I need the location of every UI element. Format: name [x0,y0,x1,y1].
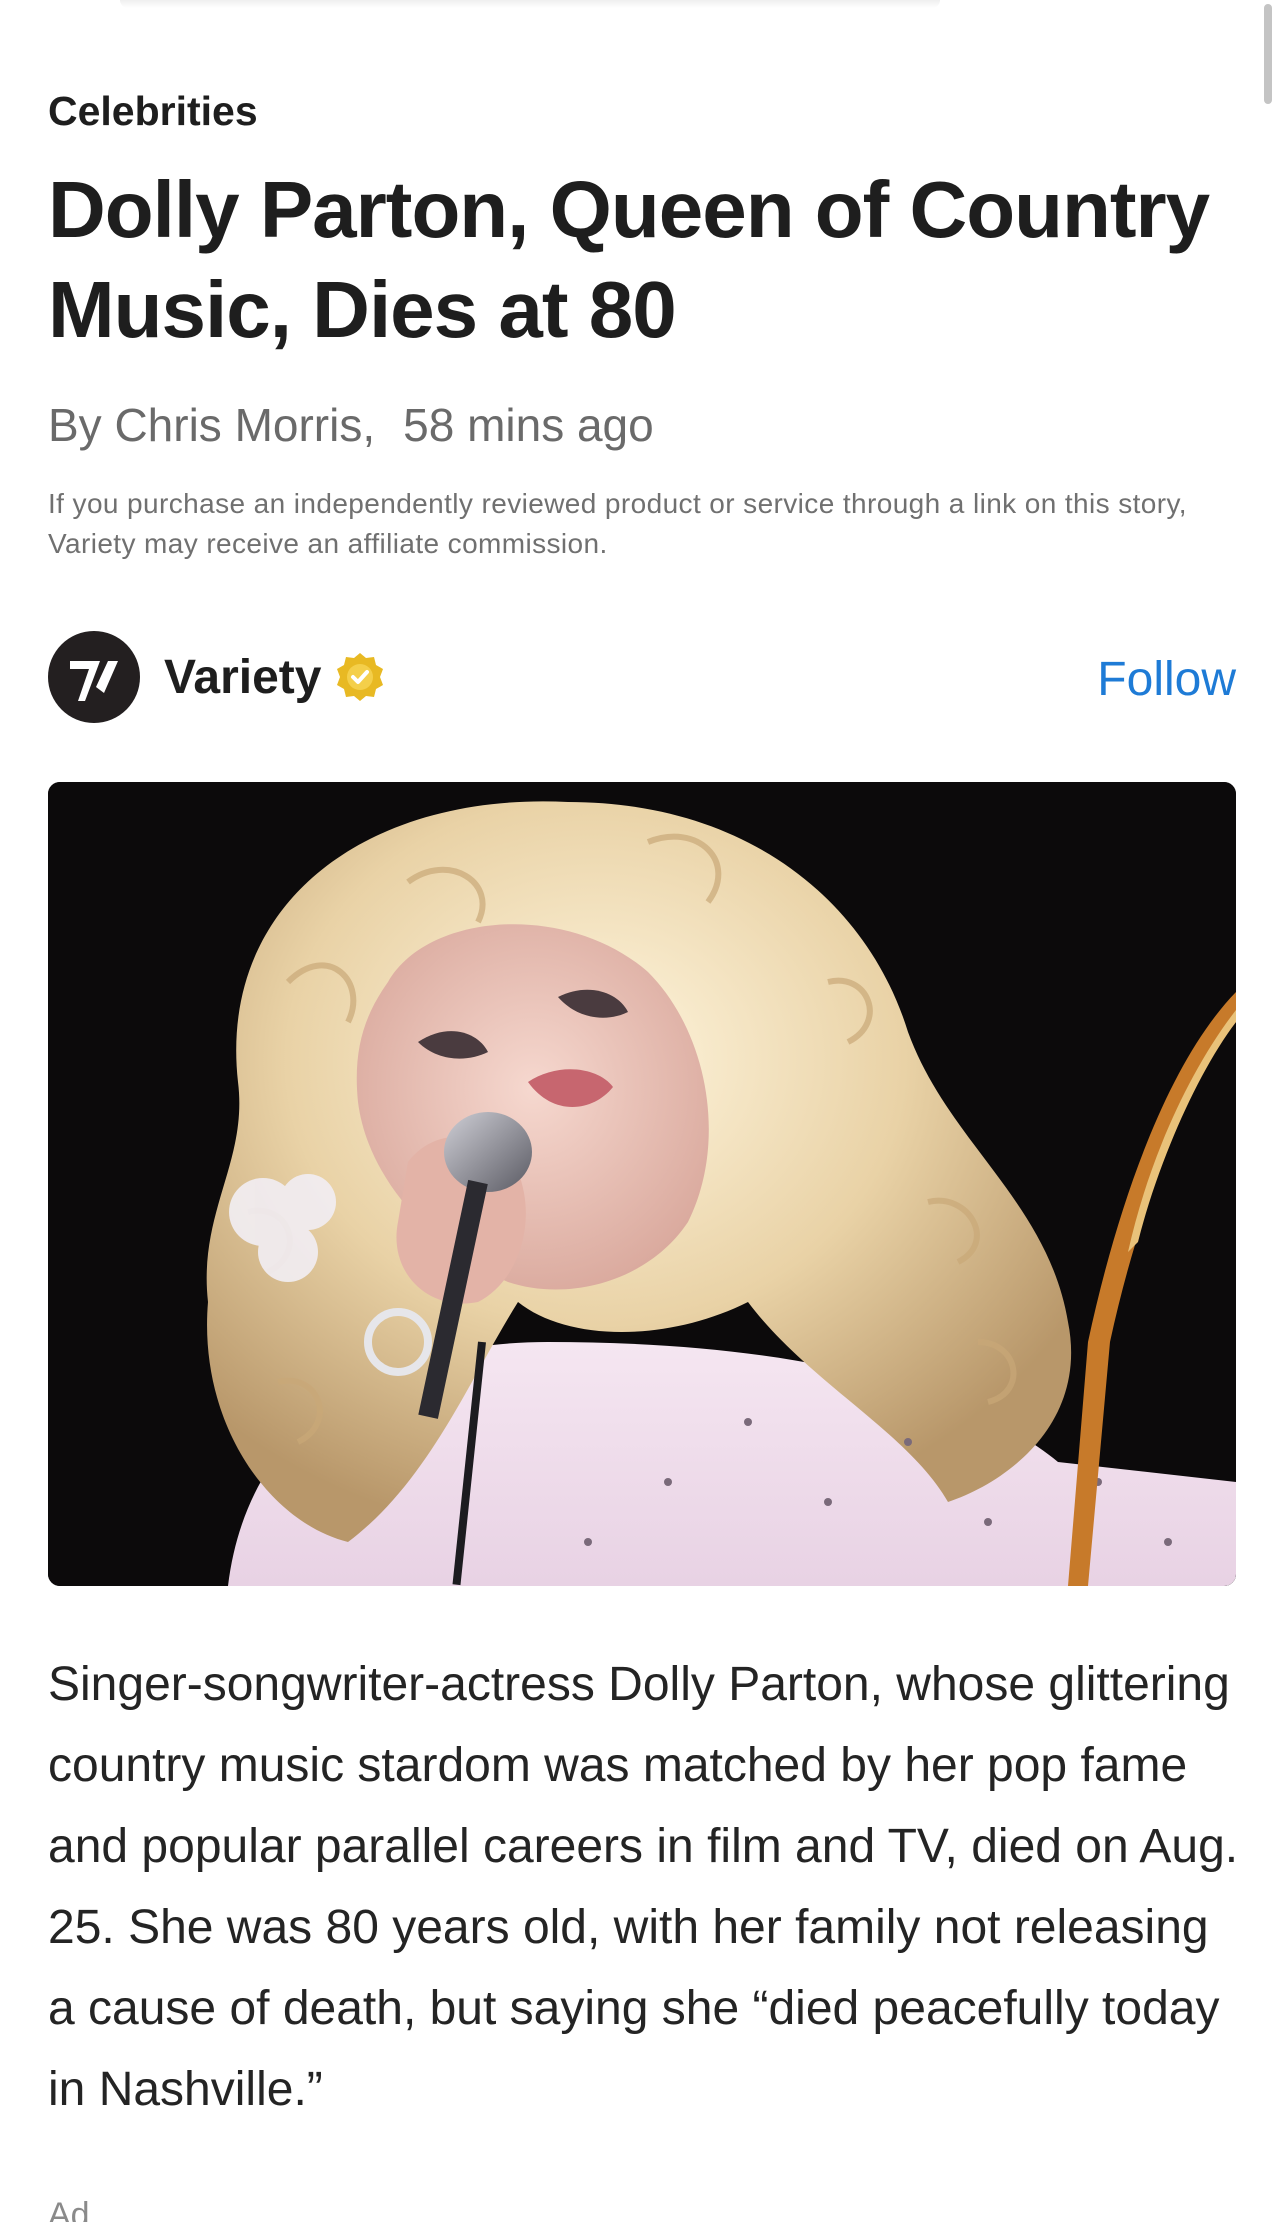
publish-time: 58 mins ago [403,399,654,451]
variety-logo-icon[interactable] [48,631,140,723]
article-headline: Dolly Parton, Queen of Country Music, Di… [48,165,1210,354]
verified-badge-icon [337,653,383,701]
author-name: By Chris Morris, [48,399,376,451]
more-dots-icon[interactable]: ••• [1190,2206,1228,2222]
article-body: Singer-songwriter-actress Dolly Parton, … [48,1658,1239,2116]
follow-button[interactable]: Follow [1097,652,1236,707]
ad-label: Ad [48,2196,90,2222]
top-bar-edge [120,0,940,8]
scrollbar[interactable] [1264,4,1272,104]
affiliate-disclaimer: If you purchase an independently reviewe… [48,488,1187,559]
publisher-row: Variety Follow [48,630,1236,724]
hero-image[interactable] [48,782,1236,1586]
byline: By Chris Morris, 58 mins ago [48,398,654,452]
publisher-name[interactable]: Variety [164,650,321,705]
category-label[interactable]: Celebrities [48,88,258,135]
photo-singer-with-microphone [48,782,1236,1586]
